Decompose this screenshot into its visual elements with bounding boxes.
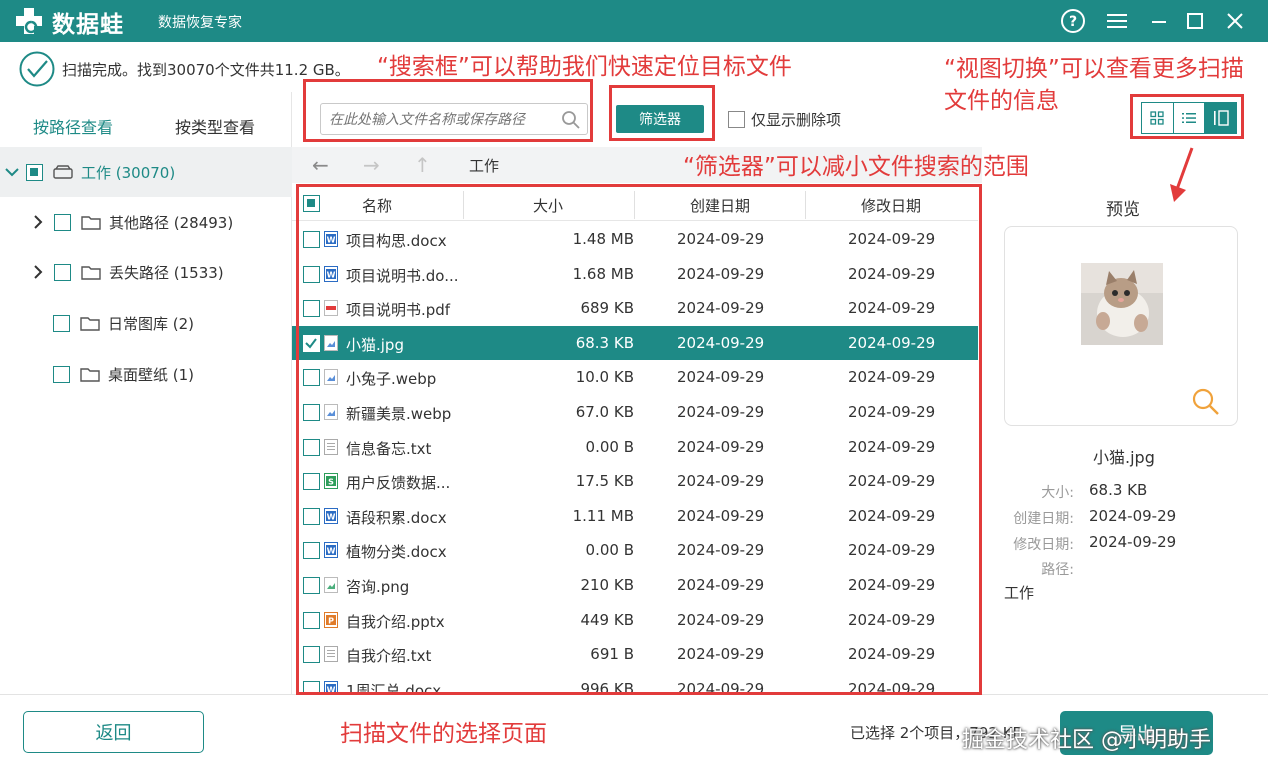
tree-checkbox[interactable] (26, 163, 43, 181)
watermark: 掘金技术社区 @小明助手 (962, 728, 1211, 753)
view-switch-annotation: “视图切换”可以查看更多扫描文件的信息 (944, 56, 1244, 114)
drive-icon (53, 164, 73, 179)
back-button[interactable]: 返回 (23, 711, 204, 753)
chevron-down-icon[interactable] (4, 164, 20, 180)
sidebar: 按路径查看 按类型查看 工作 (30070) 其他路径 (28493) 丢失路径… (0, 92, 292, 694)
tab-by-path[interactable]: 按路径查看 (33, 114, 113, 138)
preview-created-label: 创建日期: (1013, 511, 1074, 527)
maximize-icon[interactable] (1180, 6, 1210, 36)
app-name: 数据蛙 (52, 12, 124, 38)
preview-file-name: 小猫.jpg (1093, 448, 1155, 467)
chevron-right-icon[interactable] (32, 264, 44, 280)
filter-annotation: “筛选器”可以减小文件搜索的范围 (683, 154, 1029, 180)
tree-item-daily-gallery[interactable]: 日常图库 (2) (0, 298, 292, 348)
help-icon[interactable]: ? (1058, 6, 1088, 36)
svg-text:?: ? (1069, 14, 1077, 30)
back-arrow-icon[interactable]: ← (312, 153, 329, 177)
annotation-arrow-icon (1170, 147, 1194, 202)
folder-icon (80, 316, 100, 331)
only-deleted-toggle[interactable]: 仅显示删除项 (728, 109, 841, 130)
chevron-right-icon[interactable] (32, 214, 44, 230)
preview-size-label: 大小: (1041, 485, 1074, 501)
preview-path-label: 路径: (1041, 562, 1074, 578)
tree-checkbox[interactable] (54, 213, 71, 231)
search-annotation: “搜索框”可以帮助我们快速定位目标文件 (377, 54, 792, 80)
table-highlight-box (296, 184, 982, 695)
folder-icon (81, 265, 101, 280)
preview-modified-value: 2024-09-29 (1089, 533, 1177, 551)
tree-item-work[interactable]: 工作 (30070) (0, 147, 292, 197)
tree-checkbox[interactable] (53, 314, 70, 332)
page-annotation: 扫描文件的选择页面 (340, 721, 547, 747)
minimize-icon[interactable] (1144, 6, 1174, 36)
tree-item-other-paths[interactable]: 其他路径 (28493) (0, 197, 292, 247)
tree-item-label: 桌面壁纸 (1) (108, 365, 195, 384)
tree-item-label: 日常图库 (2) (108, 314, 195, 333)
current-path: 工作 (469, 157, 500, 175)
title-bar: 数据蛙 数据恢复专家 ? (0, 0, 1268, 42)
zoom-icon[interactable] (1191, 387, 1221, 417)
folder-icon (80, 367, 100, 382)
app-subtitle: 数据恢复专家 (158, 15, 242, 31)
search-highlight-box (303, 79, 593, 142)
tree-item-lost-paths[interactable]: 丢失路径 (1533) (0, 247, 292, 297)
tree-item-desktop-wallpaper[interactable]: 桌面壁纸 (1) (0, 349, 292, 399)
filter-highlight-box (609, 85, 715, 141)
close-icon[interactable] (1220, 6, 1250, 36)
preview-title: 预览 (1106, 200, 1140, 220)
only-deleted-checkbox[interactable] (728, 111, 745, 128)
tree-item-label: 丢失路径 (1533) (109, 263, 224, 282)
menu-icon[interactable] (1102, 6, 1132, 36)
scan-status-text: 扫描完成。找到30070个文件共11.2 GB。 (62, 61, 350, 79)
tree-item-label: 工作 (30070) (81, 163, 176, 182)
folder-icon (81, 215, 101, 230)
tree-checkbox[interactable] (53, 365, 70, 383)
logo-icon (16, 8, 42, 34)
forward-arrow-icon[interactable]: → (363, 153, 380, 177)
tree-checkbox[interactable] (54, 263, 71, 281)
tab-by-type[interactable]: 按类型查看 (175, 114, 255, 138)
up-arrow-icon[interactable]: ↑ (414, 153, 431, 177)
only-deleted-label: 仅显示删除项 (751, 111, 842, 129)
preview-path-value: 工作 (1004, 584, 1035, 602)
preview-size-value: 68.3 KB (1089, 481, 1148, 499)
preview-box (1004, 226, 1238, 426)
scan-complete-icon (19, 51, 55, 87)
preview-created-value: 2024-09-29 (1089, 507, 1177, 525)
preview-modified-label: 修改日期: (1013, 537, 1074, 553)
tree-item-label: 其他路径 (28493) (109, 213, 234, 232)
cat-photo-thumbnail[interactable] (1081, 263, 1163, 345)
